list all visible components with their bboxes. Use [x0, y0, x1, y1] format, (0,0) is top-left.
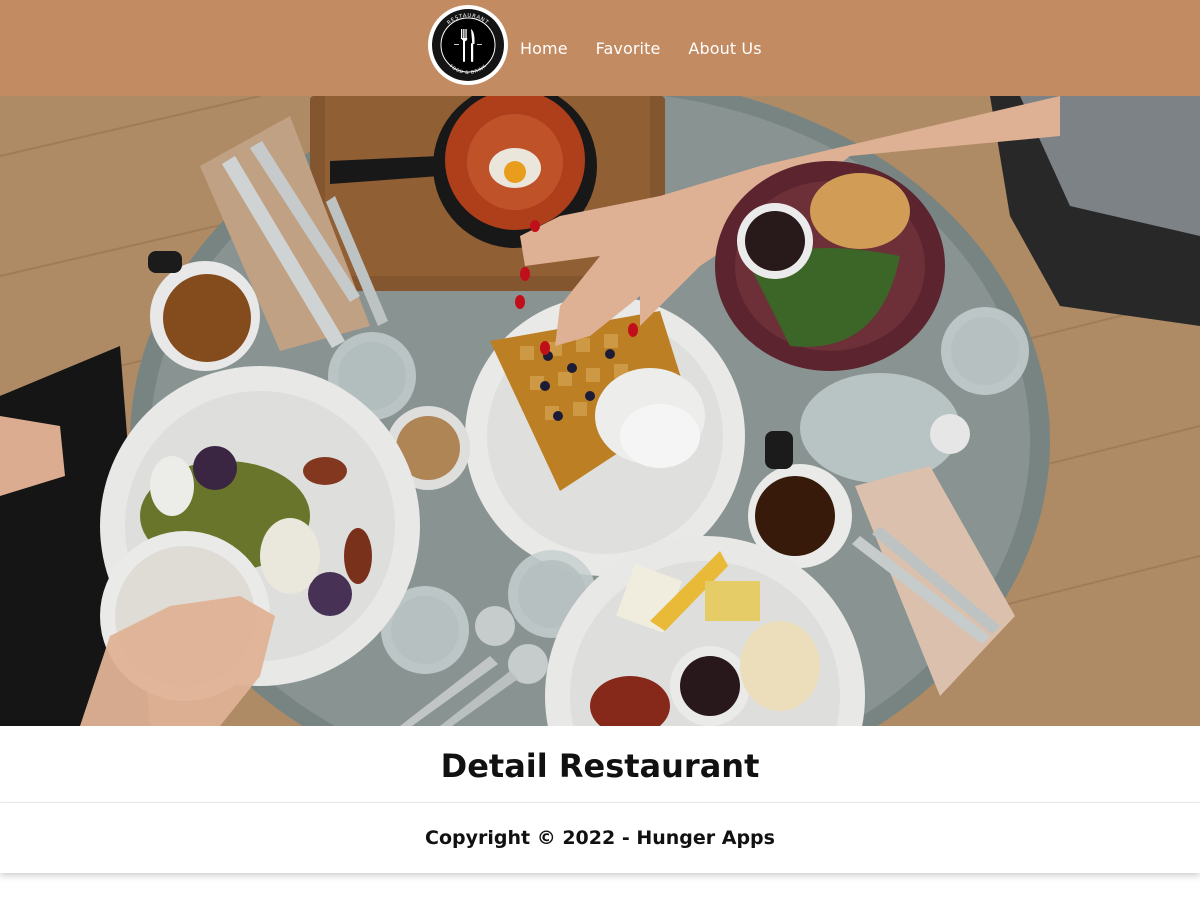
main-nav: Home Favorite About Us — [506, 30, 776, 66]
restaurant-logo-icon: RESTAURANT FOOD & DRINK — [429, 6, 507, 84]
footer: Copyright © 2022 - Hunger Apps — [0, 803, 1200, 873]
nav-about-link[interactable]: About Us — [674, 33, 775, 64]
nav-favorite-link[interactable]: Favorite — [582, 33, 675, 64]
page-title: Detail Restaurant — [440, 747, 760, 785]
logo[interactable]: RESTAURANT FOOD & DRINK — [428, 5, 508, 85]
footer-copyright: Copyright © 2022 - Hunger Apps — [425, 827, 775, 849]
hero-image — [0, 96, 1200, 726]
nav-home-link[interactable]: Home — [506, 33, 582, 64]
app-bar: RESTAURANT FOOD & DRINK Home Favorite Ab… — [0, 0, 1200, 96]
